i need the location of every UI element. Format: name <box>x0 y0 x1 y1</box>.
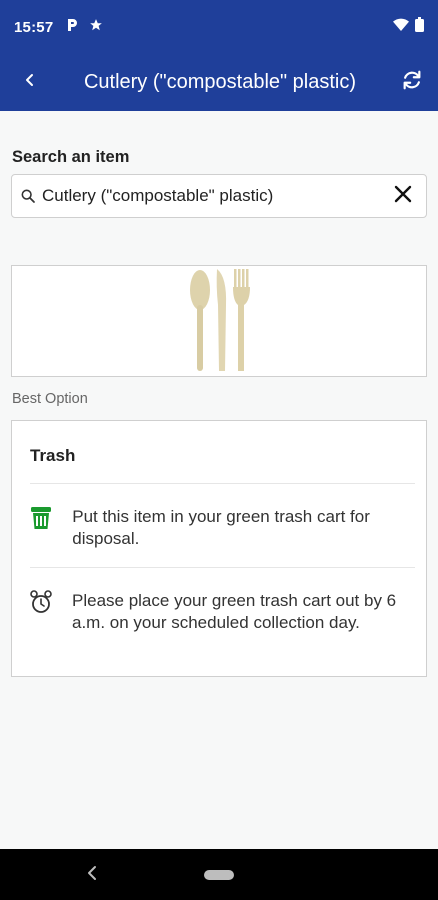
nav-home-pill[interactable] <box>204 869 234 880</box>
instruction-text: Put this item in your green trash cart f… <box>72 507 370 548</box>
refresh-button[interactable] <box>386 54 438 111</box>
search-box[interactable] <box>11 174 427 218</box>
system-nav-bar <box>0 849 438 900</box>
alarm-clock-icon <box>30 590 52 616</box>
nav-back-icon[interactable] <box>86 864 98 887</box>
refresh-icon <box>401 69 423 96</box>
option-title: Trash <box>30 446 76 465</box>
instruction-text: Please place your green trash cart out b… <box>72 591 397 632</box>
clear-search-button[interactable] <box>380 174 426 218</box>
battery-icon <box>415 17 424 37</box>
best-option-card: Trash Put this item in your green trash … <box>11 420 427 677</box>
close-icon <box>393 184 413 209</box>
search-label: Search an item <box>12 148 130 166</box>
trash-bin-icon <box>30 506 52 532</box>
search-input[interactable] <box>42 186 380 206</box>
instruction-row: Put this item in your green trash cart f… <box>30 506 415 550</box>
status-time: 15:57 <box>14 18 54 36</box>
app-bar: Cutlery ("compostable" plastic) <box>0 54 438 111</box>
item-image-card <box>11 265 427 377</box>
back-icon <box>24 73 36 92</box>
cutlery-icon <box>187 265 251 378</box>
divider <box>30 483 415 484</box>
back-button[interactable] <box>0 54 60 111</box>
parking-icon <box>65 18 79 37</box>
search-icon <box>14 174 42 218</box>
best-option-label: Best Option <box>12 391 88 407</box>
wifi-icon <box>393 18 409 37</box>
instruction-row: Please place your green trash cart out b… <box>30 590 415 634</box>
main-content: Search an item Cutlery ("compostable" pl… <box>0 111 438 849</box>
page-title: Cutlery ("compostable" plastic) <box>83 71 357 93</box>
star-icon <box>89 18 103 37</box>
status-bar: 15:57 <box>0 0 438 54</box>
divider <box>30 567 415 568</box>
